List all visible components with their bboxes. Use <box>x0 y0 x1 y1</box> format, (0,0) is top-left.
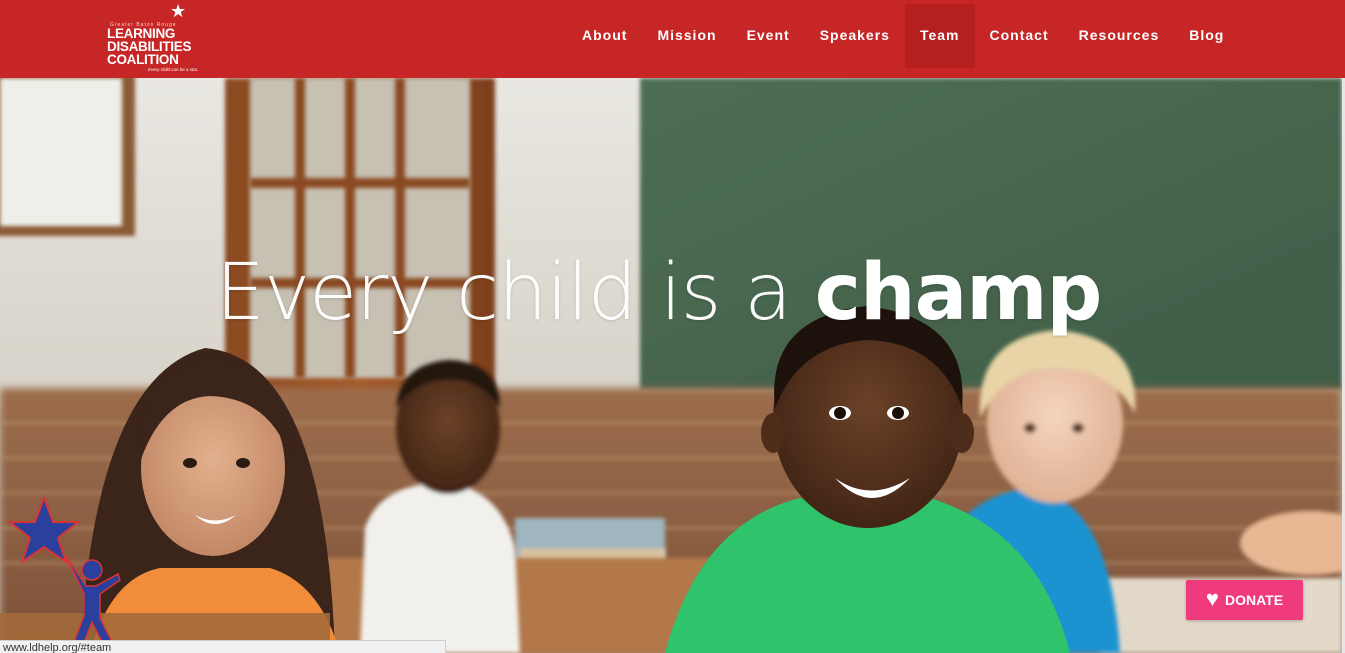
hero-section: Every child is a champ <box>0 78 1342 653</box>
nav-resources[interactable]: Resources <box>1064 4 1175 68</box>
hero-headline-bold: champ <box>814 248 1103 338</box>
hero-classroom-photo <box>0 78 1342 653</box>
site-header: ★ Greater Baton Rouge LEARNING DISABILIT… <box>0 0 1345 78</box>
hero-headline-light: Every child is a <box>215 248 815 338</box>
donate-button[interactable]: ♥ DONATE <box>1186 580 1303 620</box>
nav-about[interactable]: About <box>567 4 642 68</box>
nav-event[interactable]: Event <box>732 4 805 68</box>
heart-icon: ♥ <box>1205 586 1219 611</box>
hero-headline: Every child is a champ <box>0 248 1317 338</box>
nav-mission[interactable]: Mission <box>642 4 731 68</box>
logo-star-icon: ★ <box>170 1 187 21</box>
mascot-star-figure-icon <box>7 495 121 643</box>
page: ★ Greater Baton Rouge LEARNING DISABILIT… <box>0 0 1345 653</box>
nav-speakers[interactable]: Speakers <box>805 4 905 68</box>
browser-status-url: www.ldhelp.org/#team <box>0 640 446 653</box>
logo-line-coalition: COALITION <box>107 52 179 67</box>
main-nav: About Mission Event Speakers Team Contac… <box>567 4 1239 68</box>
nav-team[interactable]: Team <box>904 4 975 68</box>
site-logo[interactable]: ★ Greater Baton Rouge LEARNING DISABILIT… <box>104 1 214 74</box>
donate-label: DONATE <box>1224 592 1284 608</box>
nav-blog[interactable]: Blog <box>1174 4 1239 68</box>
logo-tagline: Every child can be a star. <box>148 67 199 72</box>
nav-contact[interactable]: Contact <box>975 4 1064 68</box>
